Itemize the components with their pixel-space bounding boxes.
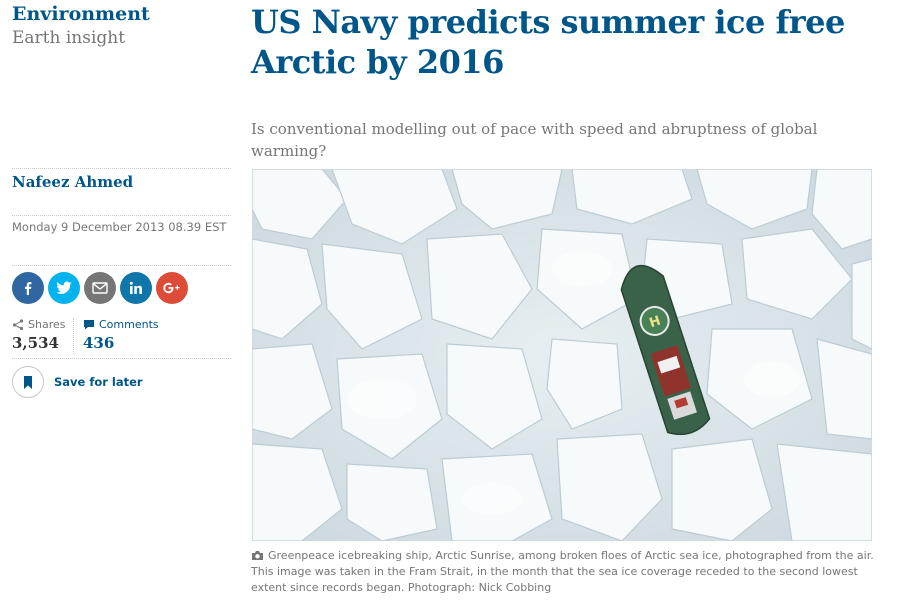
share-email-button[interactable]	[84, 272, 116, 304]
save-icon-circle[interactable]	[12, 366, 44, 398]
comments-count[interactable]: 436	[83, 334, 159, 352]
twitter-icon	[56, 281, 72, 294]
save-for-later-button[interactable]: Save for later	[12, 366, 143, 398]
image-caption-text: Greenpeace icebreaking ship, Arctic Sunr…	[251, 549, 874, 594]
share-linkedin-button[interactable]	[120, 272, 152, 304]
series-link-earth-insight[interactable]: Earth insight	[12, 27, 125, 49]
linkedin-icon	[129, 281, 142, 294]
shares-counter: Shares 3,534	[12, 318, 72, 354]
comment-icon	[84, 320, 94, 330]
article-headline: US Navy predicts summer ice free Arctic …	[251, 3, 845, 81]
bookmark-icon	[24, 375, 32, 389]
divider	[12, 265, 231, 266]
camera-icon	[252, 551, 263, 560]
divider	[12, 168, 231, 169]
email-icon	[92, 282, 108, 294]
author-link[interactable]: Nafeez Ahmed	[12, 173, 133, 191]
section-link-environment[interactable]: Environment	[12, 2, 150, 26]
divider	[12, 358, 231, 359]
share-buttons	[12, 272, 188, 304]
share-twitter-button[interactable]	[48, 272, 80, 304]
shares-label: Shares	[28, 318, 66, 331]
sea-ice-photo: H	[252, 169, 872, 541]
facebook-icon	[25, 282, 32, 295]
comments-counter[interactable]: Comments 436	[83, 318, 159, 352]
divider	[12, 215, 231, 216]
share-icon	[12, 319, 24, 330]
article-standfirst: Is conventional modelling out of pace wi…	[251, 120, 818, 160]
share-facebook-button[interactable]	[12, 272, 44, 304]
share-google-plus-button[interactable]	[156, 272, 188, 304]
comments-label[interactable]: Comments	[99, 318, 159, 331]
google-plus-icon	[163, 282, 180, 294]
article-main-image: H	[252, 169, 872, 541]
publish-date: Monday 9 December 2013 08.39 EST	[12, 220, 227, 234]
image-caption: Greenpeace icebreaking ship, Arctic Sunr…	[251, 548, 881, 596]
divider	[73, 318, 74, 354]
save-for-later-label[interactable]: Save for later	[54, 375, 143, 389]
shares-count: 3,534	[12, 334, 59, 352]
